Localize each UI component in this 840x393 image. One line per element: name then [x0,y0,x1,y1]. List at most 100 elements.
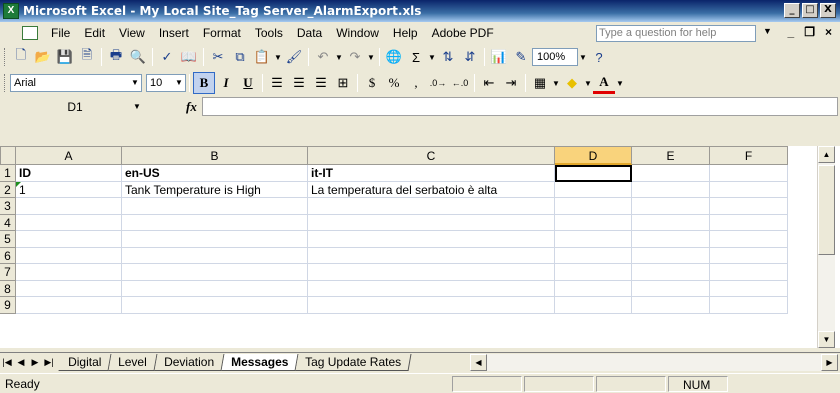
fill-color-icon[interactable]: ◆ [561,72,583,94]
cell-f3[interactable] [710,198,788,215]
cell-d9[interactable] [555,297,632,314]
cell-c1[interactable]: it-IT [308,165,555,182]
borders-icon[interactable]: ▦ [529,72,551,94]
cell-c3[interactable] [308,198,555,215]
increase-indent-icon[interactable]: ⇥ [500,72,522,94]
insert-function-icon[interactable]: fx [186,99,197,115]
row-header[interactable]: 8 [0,280,16,297]
chevron-down-icon[interactable]: ▼ [334,53,344,62]
font-color-button[interactable]: A [593,72,615,94]
zoom-select[interactable]: 100% [532,48,578,66]
first-sheet-icon[interactable]: |◀ [0,357,14,368]
decrease-indent-icon[interactable]: ⇤ [478,72,500,94]
column-header-e[interactable]: E [632,146,710,165]
name-box[interactable]: D1 [26,97,124,116]
cell-a1[interactable]: ID [16,165,122,182]
sheet-tab-level[interactable]: Level [108,353,158,371]
cell-f6[interactable] [710,247,788,264]
row-header[interactable]: 1 [0,165,16,182]
cell-a2[interactable]: 1 [16,181,122,198]
hyperlink-icon[interactable]: 🌐 [383,46,405,68]
cell-b4[interactable] [122,214,308,231]
prev-sheet-icon[interactable]: ◀ [14,357,28,368]
open-icon[interactable]: 📂 [32,46,54,68]
menu-window[interactable]: Window [329,26,386,40]
cell-c8[interactable] [308,280,555,297]
row-header[interactable]: 5 [0,231,16,248]
underline-button[interactable]: U [237,72,259,94]
chevron-down-icon[interactable]: ▼ [128,102,146,111]
cut-icon[interactable]: ✂ [207,46,229,68]
cell-a7[interactable] [16,264,122,281]
select-all-button[interactable] [0,146,16,165]
cell-a4[interactable] [16,214,122,231]
menu-help[interactable]: Help [386,26,425,40]
autosum-icon[interactable]: Σ [405,46,427,68]
cell-d4[interactable] [555,214,632,231]
column-header-a[interactable]: A [16,146,122,165]
column-header-d[interactable]: D [555,146,632,165]
italic-button[interactable]: I [215,72,237,94]
column-header-c[interactable]: C [308,146,555,165]
row-header[interactable]: 9 [0,297,16,314]
cell-b3[interactable] [122,198,308,215]
cell-a5[interactable] [16,231,122,248]
paste-icon[interactable]: 📋 [251,46,273,68]
doc-minimize-button[interactable]: _ [788,25,795,39]
cell-e5[interactable] [632,231,710,248]
help-icon[interactable]: ? [588,46,610,68]
cell-b9[interactable] [122,297,308,314]
row-header[interactable]: 4 [0,214,16,231]
cell-d3[interactable] [555,198,632,215]
percent-button[interactable]: % [383,72,405,94]
chevron-down-icon[interactable]: ▼ [551,79,561,88]
merge-center-icon[interactable]: ⊞ [332,72,354,94]
menu-insert[interactable]: Insert [152,26,196,40]
chevron-down-icon[interactable]: ▼ [273,53,283,62]
row-header[interactable]: 6 [0,247,16,264]
chevron-down-icon[interactable]: ▼ [366,53,376,62]
cell-b5[interactable] [122,231,308,248]
cell-d5[interactable] [555,231,632,248]
excel-icon[interactable]: X [3,3,19,19]
cell-a6[interactable] [16,247,122,264]
chevron-down-icon[interactable]: ▼ [615,79,625,88]
row-header[interactable]: 3 [0,198,16,215]
cell-c9[interactable] [308,297,555,314]
sheet-tab-messages[interactable]: Messages [221,353,299,371]
align-left-icon[interactable]: ☰ [266,72,288,94]
align-center-icon[interactable]: ☰ [288,72,310,94]
cell-d8[interactable] [555,280,632,297]
sort-ascending-icon[interactable]: ⇅ [437,46,459,68]
cell-a9[interactable] [16,297,122,314]
menu-format[interactable]: Format [196,26,248,40]
cell-f2[interactable] [710,181,788,198]
cell-f7[interactable] [710,264,788,281]
chevron-down-icon[interactable]: ▼ [173,75,185,91]
cell-e9[interactable] [632,297,710,314]
scroll-left-icon[interactable]: ◀ [470,354,487,371]
row-header[interactable]: 7 [0,264,16,281]
next-sheet-icon[interactable]: ▶ [28,357,42,368]
cell-e8[interactable] [632,280,710,297]
menu-edit[interactable]: Edit [77,26,112,40]
menu-file[interactable]: File [44,26,77,40]
spelling-icon[interactable]: ✓ [156,46,178,68]
research-icon[interactable]: 📖 [178,46,200,68]
cell-c4[interactable] [308,214,555,231]
cell-d6[interactable] [555,247,632,264]
cell-e6[interactable] [632,247,710,264]
bold-button[interactable]: B [193,72,215,94]
toolbar-grip[interactable] [4,74,7,92]
menu-tools[interactable]: Tools [248,26,290,40]
font-size-select[interactable]: 10 ▼ [146,74,186,92]
maximize-button[interactable]: □ [802,3,818,18]
doc-close-button[interactable]: × [825,25,832,39]
sort-descending-icon[interactable]: ⇵ [459,46,481,68]
error-indicator-icon[interactable] [16,181,21,187]
chevron-down-icon[interactable]: ▼ [427,53,437,62]
increase-decimal-icon[interactable]: .0→ [427,72,449,94]
print-preview-icon[interactable]: 🔍 [127,46,149,68]
cell-d7[interactable] [555,264,632,281]
help-search-input[interactable]: Type a question for help [596,25,756,42]
